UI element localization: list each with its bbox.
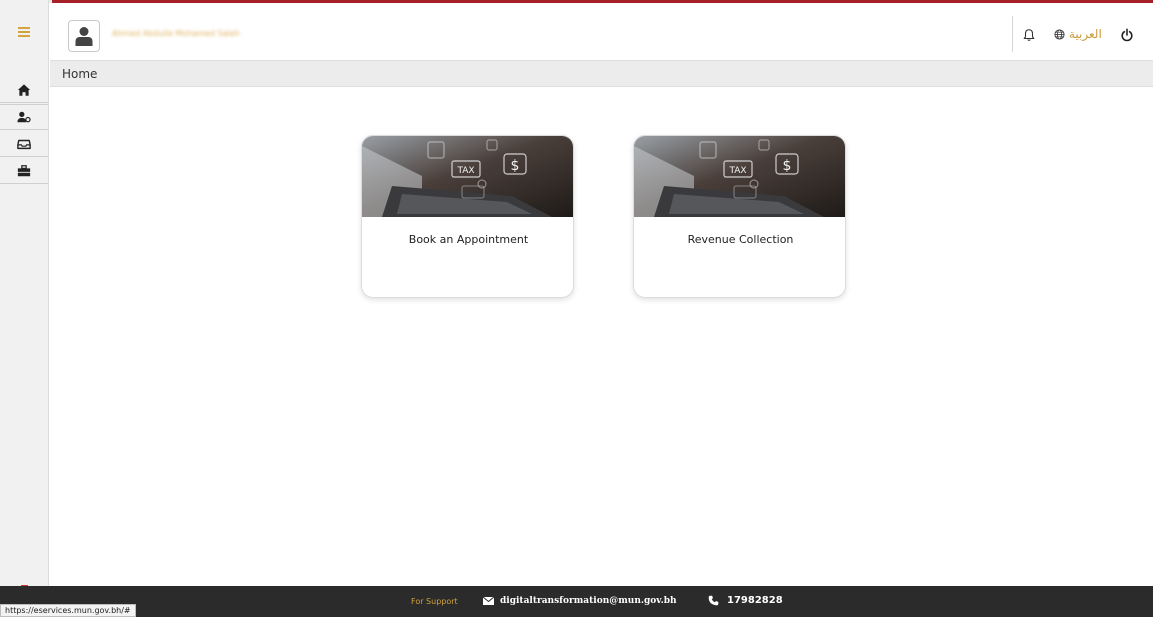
user-name: Ahmed Abdulla Mohamed Saleh [112, 29, 240, 38]
tax-label: TAX [728, 166, 746, 176]
globe-icon [1054, 28, 1065, 40]
user-avatar[interactable] [68, 20, 100, 52]
hamburger-icon [18, 27, 30, 37]
svg-text:$: $ [511, 158, 520, 174]
language-switch[interactable]: العربية [1054, 27, 1102, 41]
card-title: Revenue Collection [687, 233, 794, 246]
home-icon [17, 83, 31, 96]
power-icon[interactable] [1120, 28, 1134, 42]
mail-icon [483, 597, 494, 605]
sidebar [0, 0, 49, 596]
briefcase-icon [17, 164, 31, 176]
inbox-icon [17, 139, 31, 149]
service-card-revenue-collection[interactable]: TAX $ Revenue Collection [633, 135, 846, 298]
support-phone[interactable]: 17982828 [708, 595, 783, 606]
support-label: For Support [411, 597, 458, 606]
top-header: Ahmed Abdulla Mohamed Saleh العربية [54, 13, 1153, 59]
footer: For Support digitaltransformation@mun.go… [0, 586, 1153, 617]
support-email-text: digitaltransformation@mun.gov.bh [500, 596, 677, 606]
sidebar-item-services[interactable] [0, 158, 48, 184]
language-label: العربية [1069, 27, 1102, 41]
menu-toggle-button[interactable] [0, 8, 48, 56]
svg-text:$: $ [783, 158, 792, 174]
tax-laptop-image: TAX $ [362, 136, 573, 217]
sidebar-item-profile[interactable] [0, 104, 48, 130]
breadcrumb-home[interactable]: Home [62, 67, 97, 81]
user-settings-icon [17, 111, 31, 123]
top-accent-line [0, 0, 1153, 3]
tax-label: TAX [456, 166, 474, 176]
support-email[interactable]: digitaltransformation@mun.gov.bh [483, 596, 677, 606]
user-icon [75, 27, 93, 46]
status-bar-url: https://eservices.mun.gov.bh/# [0, 604, 136, 617]
breadcrumb: Home [50, 60, 1153, 87]
support-phone-text: 17982828 [727, 595, 783, 606]
tax-laptop-image: TAX $ [634, 136, 845, 217]
sidebar-item-home[interactable] [0, 77, 48, 103]
phone-icon [708, 595, 719, 606]
sidebar-item-inbox[interactable] [0, 131, 48, 157]
card-title: Book an Appointment [408, 233, 529, 246]
service-card-book-appointment[interactable]: TAX $ Book an Appointment [361, 135, 574, 298]
bell-icon[interactable] [1022, 28, 1036, 42]
header-divider [1012, 16, 1013, 52]
